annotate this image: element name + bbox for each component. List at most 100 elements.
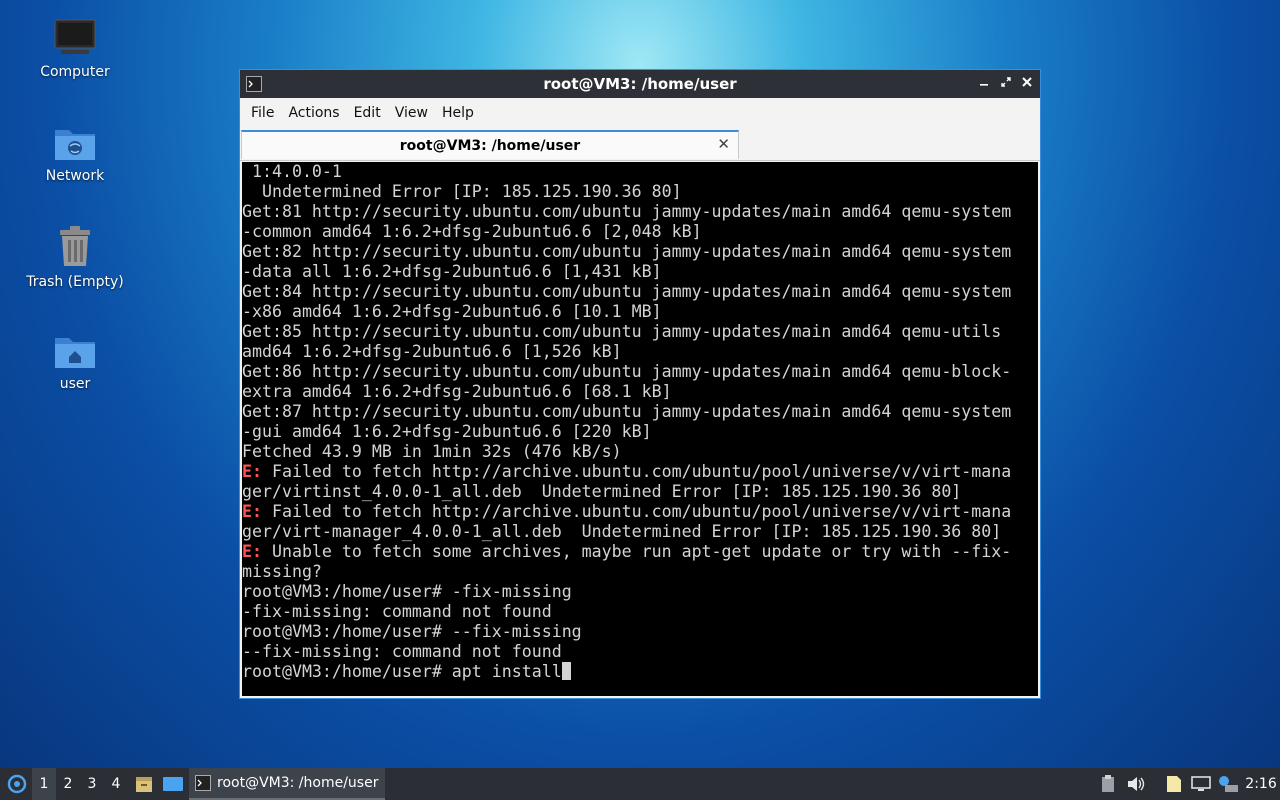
home-folder-icon xyxy=(55,338,95,368)
menu-edit[interactable]: Edit xyxy=(347,101,388,125)
line-text: Fetched 43.9 MB in 1min 32s (476 kB/s) xyxy=(242,442,622,461)
line-text: amd64 1:6.2+dfsg-2ubuntu6.6 [1,526 kB] xyxy=(242,342,622,361)
minimize-button[interactable] xyxy=(974,73,994,93)
line-text: root@VM3:/home/user# --fix-missing xyxy=(242,622,582,641)
terminal-line: Undetermined Error [IP: 185.125.190.36 8… xyxy=(242,182,1038,202)
prompt: root@VM3:/home/user# xyxy=(242,662,452,681)
error-prefix: E: xyxy=(242,502,262,521)
tray-notes[interactable] xyxy=(1164,768,1184,800)
terminal-line: root@VM3:/home/user# -fix-missing xyxy=(242,582,1038,602)
terminal-line: E: Failed to fetch http://archive.ubuntu… xyxy=(242,462,1038,482)
line-text: Failed to fetch http://archive.ubuntu.co… xyxy=(261,462,1012,481)
desktop-icon xyxy=(163,777,183,791)
line-text: Get:85 http://security.ubuntu.com/ubuntu… xyxy=(242,322,1002,341)
line-text: missing? xyxy=(242,562,322,581)
desktop-icon-user-home[interactable]: user xyxy=(20,332,130,392)
network-folder-icon xyxy=(55,130,95,160)
window-title: root@VM3: /home/user xyxy=(543,75,737,93)
terminal-line: -x86 amd64 1:6.2+dfsg-2ubuntu6.6 [10.1 M… xyxy=(242,302,1038,322)
desktop-icon-label: user xyxy=(59,376,91,392)
terminal-line: Get:82 http://security.ubuntu.com/ubuntu… xyxy=(242,242,1038,262)
command-input[interactable]: apt install xyxy=(452,662,562,681)
terminal-line: 1:4.0.0-1 xyxy=(242,162,1038,182)
taskbar-item-terminal[interactable]: root@VM3: /home/user xyxy=(189,768,385,800)
terminal-line: ger/virt-manager_4.0.0-1_all.deb Undeter… xyxy=(242,522,1038,542)
file-manager-launcher[interactable] xyxy=(133,768,155,800)
line-text: -data all 1:6.2+dfsg-2ubuntu6.6 [1,431 k… xyxy=(242,262,662,281)
line-text: -fix-missing: command not found xyxy=(242,602,552,621)
line-text: Get:84 http://security.ubuntu.com/ubuntu… xyxy=(242,282,1012,301)
line-text: Get:87 http://security.ubuntu.com/ubuntu… xyxy=(242,402,1012,421)
line-text: 1:4.0.0-1 xyxy=(242,162,342,181)
show-desktop-button[interactable] xyxy=(161,768,185,800)
maximize-button[interactable] xyxy=(996,73,1016,93)
line-text: Get:86 http://security.ubuntu.com/ubuntu… xyxy=(242,362,1012,381)
minimize-icon xyxy=(980,84,988,86)
tray-volume[interactable] xyxy=(1126,768,1146,800)
line-text: -x86 amd64 1:6.2+dfsg-2ubuntu6.6 [10.1 M… xyxy=(242,302,662,321)
terminal-line: Get:86 http://security.ubuntu.com/ubuntu… xyxy=(242,362,1038,382)
terminal-icon xyxy=(195,775,211,791)
line-text: Get:81 http://security.ubuntu.com/ubuntu… xyxy=(242,202,1012,221)
terminal-line: -gui amd64 1:6.2+dfsg-2ubuntu6.6 [220 kB… xyxy=(242,422,1038,442)
terminal-line: -data all 1:6.2+dfsg-2ubuntu6.6 [1,431 k… xyxy=(242,262,1038,282)
terminal-tab[interactable]: root@VM3: /home/user ✕ xyxy=(241,130,739,159)
window-titlebar[interactable]: root@VM3: /home/user xyxy=(240,70,1040,98)
terminal-line: -fix-missing: command not found xyxy=(242,602,1038,622)
menu-help[interactable]: Help xyxy=(435,101,481,125)
text-cursor xyxy=(561,662,571,680)
computer-icon xyxy=(54,19,96,54)
line-text: ger/virtinst_4.0.0-1_all.deb Undetermine… xyxy=(242,482,962,501)
close-button[interactable] xyxy=(1017,73,1037,93)
terminal-line: missing? xyxy=(242,562,1038,582)
terminal-window[interactable]: root@VM3: /home/user File Actions Edit V… xyxy=(239,69,1041,699)
tab-close-icon[interactable]: ✕ xyxy=(717,135,730,153)
speaker-icon xyxy=(1128,777,1145,791)
terminal-output[interactable]: 1:4.0.0-1 Undetermined Error [IP: 185.12… xyxy=(242,162,1038,696)
desktop-icon-label: Computer xyxy=(40,64,110,80)
file-cabinet-icon xyxy=(136,777,152,792)
desktop-icon-trash[interactable]: Trash (Empty) xyxy=(20,226,130,290)
menu-view[interactable]: View xyxy=(388,101,435,125)
terminal-line: -common amd64 1:6.2+dfsg-2ubuntu6.6 [2,0… xyxy=(242,222,1038,242)
line-text: extra amd64 1:6.2+dfsg-2ubuntu6.6 [68.1 … xyxy=(242,382,672,401)
workspace-1[interactable]: 1 xyxy=(32,768,56,800)
terminal-line: Fetched 43.9 MB in 1min 32s (476 kB/s) xyxy=(242,442,1038,462)
line-text: -common amd64 1:6.2+dfsg-2ubuntu6.6 [2,0… xyxy=(242,222,702,241)
error-prefix: E: xyxy=(242,542,262,561)
line-text: Failed to fetch http://archive.ubuntu.co… xyxy=(261,502,1012,521)
maximize-icon xyxy=(1001,77,1011,87)
close-icon xyxy=(1022,77,1032,87)
terminal-icon xyxy=(246,76,262,92)
note-icon xyxy=(1167,776,1181,792)
prompt-line[interactable]: root@VM3:/home/user# apt install xyxy=(242,662,1038,682)
monitor-icon xyxy=(1191,776,1211,791)
terminal-line: --fix-missing: command not found xyxy=(242,642,1038,662)
line-text: Unable to fetch some archives, maybe run… xyxy=(261,542,1012,561)
clock[interactable]: 2:16 xyxy=(1245,768,1276,800)
app-menu-button[interactable] xyxy=(4,768,30,800)
error-prefix: E: xyxy=(242,462,262,481)
menu-file[interactable]: File xyxy=(244,101,281,125)
terminal-line: E: Failed to fetch http://archive.ubuntu… xyxy=(242,502,1038,522)
line-text: Get:82 http://security.ubuntu.com/ubuntu… xyxy=(242,242,1012,261)
tray-display[interactable] xyxy=(1190,768,1212,800)
tab-bar: root@VM3: /home/user ✕ xyxy=(240,128,1040,161)
workspace-2[interactable]: 2 xyxy=(56,768,80,800)
taskbar-item-label: root@VM3: /home/user xyxy=(217,775,379,791)
tab-title: root@VM3: /home/user xyxy=(399,137,581,154)
desktop-icon-label: Trash (Empty) xyxy=(26,274,124,290)
terminal-line: Get:81 http://security.ubuntu.com/ubuntu… xyxy=(242,202,1038,222)
terminal-line: root@VM3:/home/user# --fix-missing xyxy=(242,622,1038,642)
line-text: ger/virt-manager_4.0.0-1_all.deb Undeter… xyxy=(242,522,1002,541)
terminal-line: extra amd64 1:6.2+dfsg-2ubuntu6.6 [68.1 … xyxy=(242,382,1038,402)
terminal-line: ger/virtinst_4.0.0-1_all.deb Undetermine… xyxy=(242,482,1038,502)
desktop-icon-network[interactable]: Network xyxy=(20,124,130,184)
workspace-4[interactable]: 4 xyxy=(104,768,128,800)
tray-clipboard[interactable] xyxy=(1099,768,1117,800)
tray-updates[interactable] xyxy=(1216,768,1240,800)
desktop-icon-computer[interactable]: Computer xyxy=(20,18,130,80)
terminal-line: E: Unable to fetch some archives, maybe … xyxy=(242,542,1038,562)
menu-actions[interactable]: Actions xyxy=(281,101,346,125)
workspace-3[interactable]: 3 xyxy=(80,768,104,800)
